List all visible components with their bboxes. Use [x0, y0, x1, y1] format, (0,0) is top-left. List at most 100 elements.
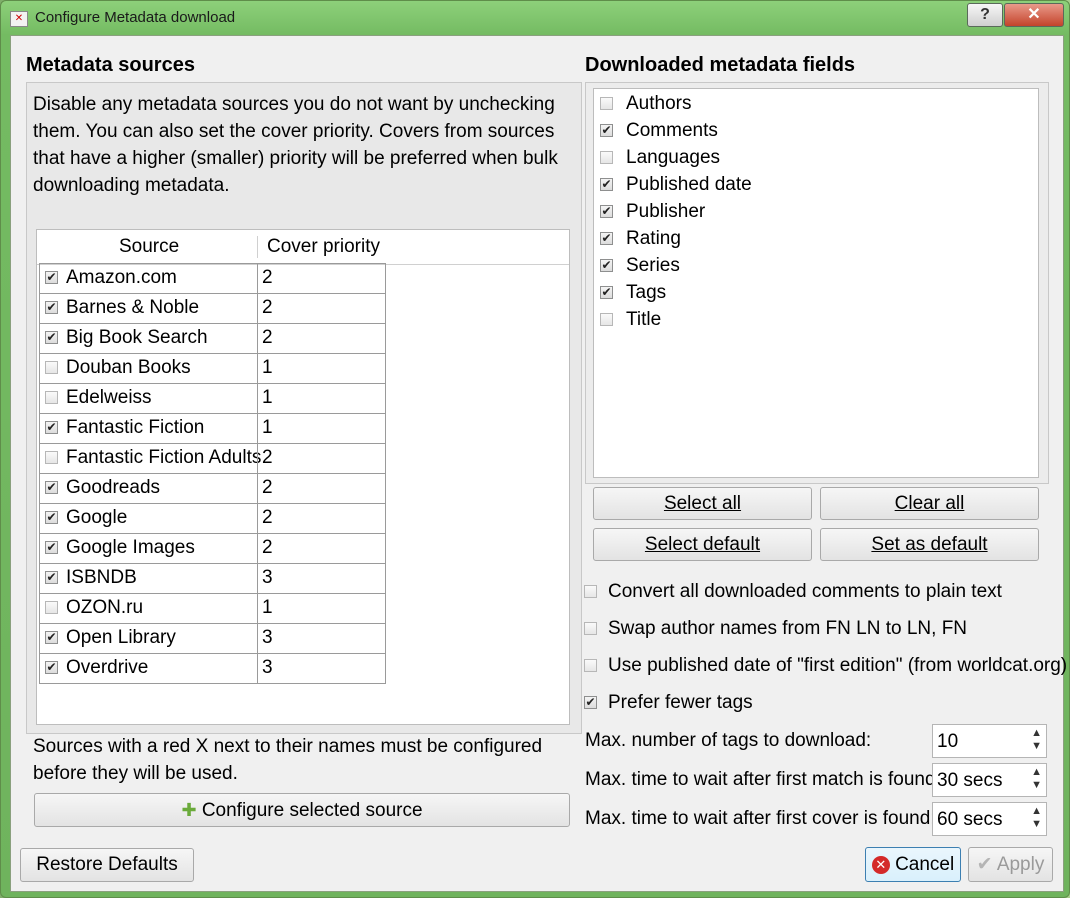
- source-cell[interactable]: ✔ Google: [39, 503, 258, 534]
- field-checkbox[interactable]: ✔: [600, 259, 613, 272]
- option-checkbox[interactable]: [584, 585, 597, 598]
- source-cell[interactable]: ✔ Goodreads: [39, 473, 258, 504]
- apply-button[interactable]: ✔ Apply: [968, 847, 1053, 882]
- spin-arrows-icon[interactable]: ▲ ▼: [1031, 727, 1042, 753]
- source-checkbox[interactable]: ✔: [45, 571, 58, 584]
- source-cell[interactable]: OZON.ru: [39, 593, 258, 624]
- source-cell[interactable]: Fantastic Fiction Adults: [39, 443, 261, 474]
- table-row[interactable]: ✔ Big Book Search 2: [39, 323, 386, 354]
- table-row[interactable]: Fantastic Fiction Adults 2: [39, 443, 386, 474]
- wait-match-spinbox[interactable]: 30 secs ▲ ▼: [932, 763, 1047, 797]
- option-checkbox[interactable]: ✔: [584, 696, 597, 709]
- source-checkbox[interactable]: ✔: [45, 331, 58, 344]
- priority-cell[interactable]: 2: [257, 503, 386, 534]
- source-checkbox[interactable]: ✔: [45, 301, 58, 314]
- priority-cell[interactable]: 2: [257, 263, 386, 294]
- source-checkbox[interactable]: ✔: [45, 631, 58, 644]
- priority-cell[interactable]: 2: [257, 443, 386, 474]
- cancel-button[interactable]: ✕ Cancel: [865, 847, 961, 882]
- column-header-source[interactable]: Source: [119, 236, 179, 258]
- source-checkbox[interactable]: [45, 601, 58, 614]
- table-row[interactable]: ✔ Fantastic Fiction 1: [39, 413, 386, 444]
- clear-all-button[interactable]: Clear all: [820, 487, 1039, 520]
- field-checkbox[interactable]: ✔: [600, 205, 613, 218]
- source-cell[interactable]: ✔ Barnes & Noble: [39, 293, 258, 324]
- table-row[interactable]: OZON.ru 1: [39, 593, 386, 624]
- table-row[interactable]: Edelweiss 1: [39, 383, 386, 414]
- priority-cell[interactable]: 3: [257, 653, 386, 684]
- field-name: Rating: [626, 228, 681, 249]
- configure-source-button[interactable]: ✚ Configure selected source: [34, 793, 570, 827]
- priority-cell[interactable]: 2: [257, 473, 386, 504]
- source-cell[interactable]: ✔ Google Images: [39, 533, 258, 564]
- select-default-button[interactable]: Select default: [593, 528, 812, 561]
- table-row[interactable]: ✔ Google 2: [39, 503, 386, 534]
- spin-arrows-icon[interactable]: ▲ ▼: [1031, 766, 1042, 792]
- set-as-default-button[interactable]: Set as default: [820, 528, 1039, 561]
- priority-cell[interactable]: 1: [257, 593, 386, 624]
- source-cell[interactable]: ✔ Fantastic Fiction: [39, 413, 258, 444]
- source-cell[interactable]: Edelweiss: [39, 383, 258, 414]
- field-checkbox[interactable]: ✔: [600, 124, 613, 137]
- source-cell[interactable]: ✔ Big Book Search: [39, 323, 258, 354]
- priority-cell[interactable]: 3: [257, 623, 386, 654]
- table-row[interactable]: ✔ ISBNDB 3: [39, 563, 386, 594]
- field-checkbox[interactable]: ✔: [600, 232, 613, 245]
- column-header-cover-priority[interactable]: Cover priority: [267, 236, 380, 258]
- field-checkbox[interactable]: ✔: [600, 178, 613, 191]
- option-checkbox[interactable]: [584, 622, 597, 635]
- restore-defaults-button[interactable]: Restore Defaults: [20, 848, 194, 882]
- help-button[interactable]: ?: [967, 3, 1003, 27]
- source-cell[interactable]: ✔ Overdrive: [39, 653, 258, 684]
- source-cell[interactable]: ✔ ISBNDB: [39, 563, 258, 594]
- priority-cell[interactable]: 1: [257, 383, 386, 414]
- field-checkbox[interactable]: [600, 151, 613, 164]
- field-checkbox[interactable]: ✔: [600, 286, 613, 299]
- source-checkbox[interactable]: ✔: [45, 661, 58, 674]
- priority-value: 1: [262, 357, 273, 378]
- spin-arrows-icon[interactable]: ▲ ▼: [1031, 805, 1042, 831]
- cancel-icon: ✕: [871, 856, 890, 874]
- priority-cell[interactable]: 3: [257, 563, 386, 594]
- table-row[interactable]: ✔ Amazon.com 2: [39, 263, 386, 294]
- max-tags-spinbox[interactable]: 10 ▲ ▼: [932, 724, 1047, 758]
- field-checkbox[interactable]: [600, 313, 613, 326]
- sources-table[interactable]: Source Cover priority ✔ Amazon.com 2 ✔ Barne…: [36, 229, 570, 725]
- source-name: Goodreads: [66, 477, 161, 498]
- select-all-button[interactable]: Select all: [593, 487, 812, 520]
- fields-heading: Downloaded metadata fields: [585, 54, 856, 76]
- source-checkbox[interactable]: [45, 451, 58, 464]
- wait-cover-label: Max. time to wait after first cover is f…: [585, 808, 936, 829]
- table-row[interactable]: ✔ Overdrive 3: [39, 653, 386, 684]
- priority-cell[interactable]: 2: [257, 323, 386, 354]
- source-checkbox[interactable]: [45, 361, 58, 374]
- table-row[interactable]: ✔ Goodreads 2: [39, 473, 386, 504]
- fields-list[interactable]: Authors ✔ Comments Languages ✔ Published date…: [593, 88, 1039, 478]
- wait-cover-spinbox[interactable]: 60 secs ▲ ▼: [932, 802, 1047, 836]
- field-name: Series: [626, 255, 680, 276]
- option-checkbox[interactable]: [584, 659, 597, 672]
- source-checkbox[interactable]: [45, 391, 58, 404]
- table-row[interactable]: ✔ Open Library 3: [39, 623, 386, 654]
- source-cell[interactable]: ✔ Amazon.com: [39, 263, 258, 294]
- priority-cell[interactable]: 1: [257, 413, 386, 444]
- priority-value: 3: [262, 657, 273, 678]
- clear-all-label: Clear all: [894, 493, 965, 514]
- source-checkbox[interactable]: ✔: [45, 421, 58, 434]
- field-checkbox[interactable]: [600, 97, 613, 110]
- close-button[interactable]: ✕: [1004, 3, 1064, 27]
- priority-value: 3: [262, 627, 273, 648]
- table-row[interactable]: Douban Books 1: [39, 353, 386, 384]
- priority-cell[interactable]: 1: [257, 353, 386, 384]
- table-row[interactable]: ✔ Barnes & Noble 2: [39, 293, 386, 324]
- source-checkbox[interactable]: ✔: [45, 271, 58, 284]
- source-checkbox[interactable]: ✔: [45, 481, 58, 494]
- priority-cell[interactable]: 2: [257, 533, 386, 564]
- source-cell[interactable]: ✔ Open Library: [39, 623, 258, 654]
- priority-cell[interactable]: 2: [257, 293, 386, 324]
- source-checkbox[interactable]: ✔: [45, 541, 58, 554]
- source-cell[interactable]: Douban Books: [39, 353, 258, 384]
- source-checkbox[interactable]: ✔: [45, 511, 58, 524]
- table-row[interactable]: ✔ Google Images 2: [39, 533, 386, 564]
- field-name: Tags: [626, 282, 667, 303]
